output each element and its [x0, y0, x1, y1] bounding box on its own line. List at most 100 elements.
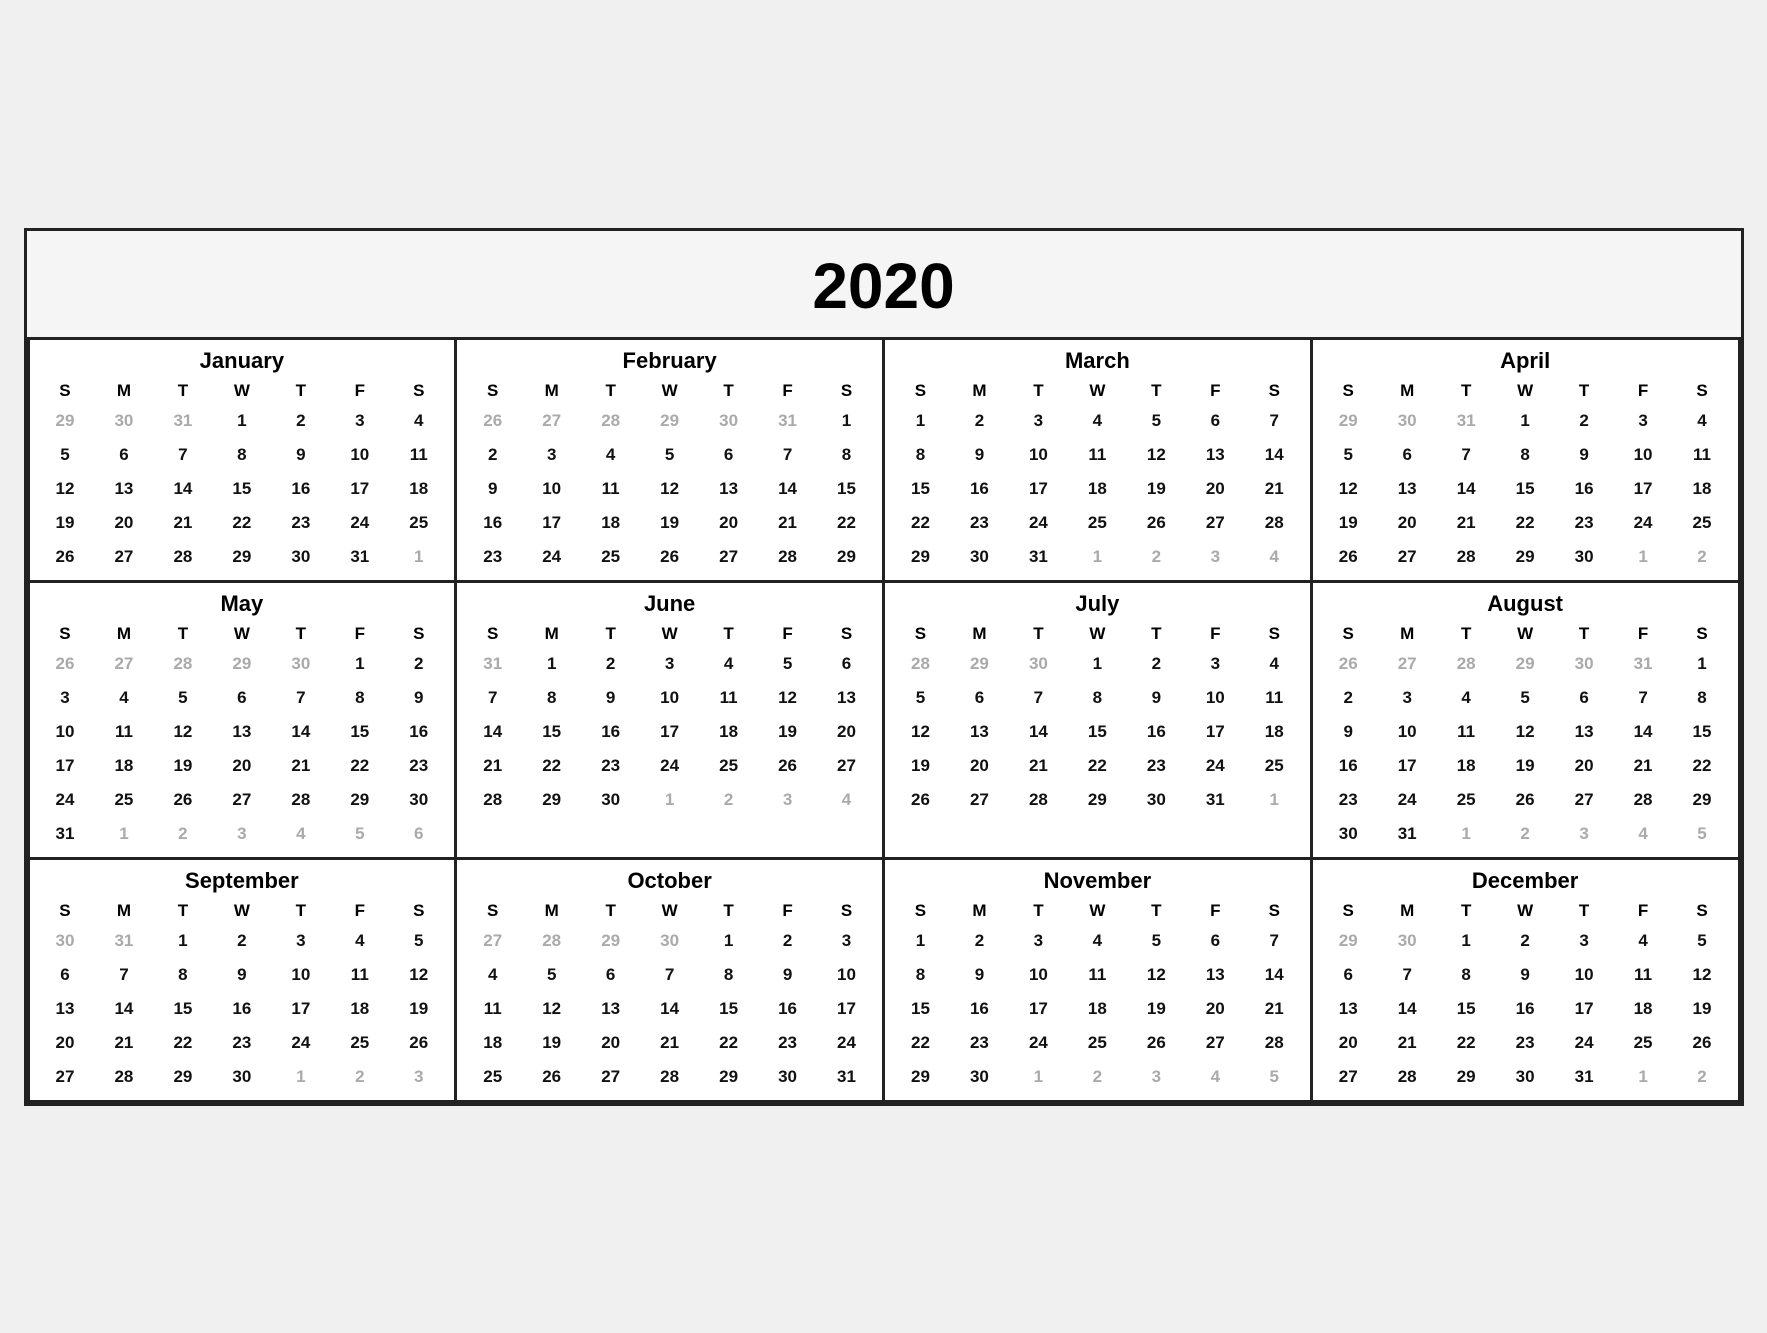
day-cell: 4	[817, 783, 876, 817]
day-headers-row: SMTWTFS	[36, 621, 449, 647]
day-header-F: F	[1186, 378, 1245, 404]
day-cell: 22	[1437, 1026, 1496, 1060]
day-cell: 7	[271, 681, 330, 715]
day-cell: 21	[1245, 992, 1304, 1026]
month-block-december: DecemberSMTWTFS2930123456789101112131415…	[1313, 860, 1741, 1103]
day-cell: 29	[522, 783, 581, 817]
day-header-S: S	[36, 378, 95, 404]
day-headers-row: SMTWTFS	[463, 378, 876, 404]
day-cell: 2	[1068, 1060, 1127, 1094]
month-block-april: AprilSMTWTFS2930311234567891011121314151…	[1313, 340, 1741, 583]
day-cell: 29	[1673, 783, 1732, 817]
days-grid: 3031123456789101112131415161718192021222…	[36, 924, 449, 1094]
day-header-S: S	[1245, 378, 1304, 404]
day-cell: 25	[1245, 749, 1304, 783]
day-cell: 10	[1009, 438, 1068, 472]
day-cell: 4	[699, 647, 758, 681]
day-cell: 29	[330, 783, 389, 817]
day-cell: 4	[1614, 817, 1673, 851]
day-cell: 18	[1614, 992, 1673, 1026]
day-header-W: W	[1068, 378, 1127, 404]
day-cell: 4	[1068, 404, 1127, 438]
day-cell: 9	[1319, 715, 1378, 749]
day-cell: 27	[36, 1060, 95, 1094]
day-cell: 30	[1009, 647, 1068, 681]
day-cell: 30	[1496, 1060, 1555, 1094]
day-cell: 11	[581, 472, 640, 506]
day-cell: 23	[950, 1026, 1009, 1060]
day-cell: 19	[1673, 992, 1732, 1026]
day-cell: 5	[36, 438, 95, 472]
day-cell: 2	[1319, 681, 1378, 715]
day-cell: 18	[581, 506, 640, 540]
day-cell: 31	[36, 817, 95, 851]
day-cell: 2	[1673, 540, 1732, 574]
day-header-T: T	[1127, 898, 1186, 924]
day-cell: 8	[891, 438, 950, 472]
day-cell: 6	[36, 958, 95, 992]
day-cell: 31	[1009, 540, 1068, 574]
day-cell: 6	[1555, 681, 1614, 715]
day-header-S: S	[463, 621, 522, 647]
day-cell: 22	[330, 749, 389, 783]
day-cell: 9	[1555, 438, 1614, 472]
day-cell: 4	[1068, 924, 1127, 958]
day-cell: 21	[1245, 472, 1304, 506]
day-header-T: T	[271, 378, 330, 404]
day-header-M: M	[94, 378, 153, 404]
day-cell: 1	[271, 1060, 330, 1094]
day-cell: 1	[891, 924, 950, 958]
month-name-december: December	[1319, 868, 1732, 894]
month-name-august: August	[1319, 591, 1732, 617]
day-cell: 12	[1127, 438, 1186, 472]
day-cell: 3	[817, 924, 876, 958]
day-cell: 29	[581, 924, 640, 958]
day-cell: 1	[1009, 1060, 1068, 1094]
day-cell: 27	[699, 540, 758, 574]
day-cell: 10	[522, 472, 581, 506]
day-cell: 26	[36, 540, 95, 574]
day-cell: 29	[212, 647, 271, 681]
day-header-T: T	[581, 378, 640, 404]
day-cell: 4	[271, 817, 330, 851]
day-cell: 29	[1496, 647, 1555, 681]
day-header-F: F	[330, 898, 389, 924]
month-name-october: October	[463, 868, 876, 894]
day-cell: 31	[463, 647, 522, 681]
day-cell: 23	[1496, 1026, 1555, 1060]
day-cell: 5	[640, 438, 699, 472]
day-cell: 15	[153, 992, 212, 1026]
day-header-W: W	[1068, 621, 1127, 647]
day-cell: 7	[1614, 681, 1673, 715]
day-cell: 4	[1245, 540, 1304, 574]
day-cell: 28	[891, 647, 950, 681]
day-cell: 10	[640, 681, 699, 715]
day-cell: 11	[1245, 681, 1304, 715]
day-cell: 11	[330, 958, 389, 992]
day-cell: 20	[699, 506, 758, 540]
day-cell: 11	[1068, 438, 1127, 472]
day-cell: 20	[36, 1026, 95, 1060]
day-cell: 30	[758, 1060, 817, 1094]
day-cell: 30	[1378, 404, 1437, 438]
day-cell: 3	[1186, 540, 1245, 574]
day-cell: 1	[640, 783, 699, 817]
day-cell: 1	[1437, 817, 1496, 851]
day-cell: 11	[463, 992, 522, 1026]
day-header-T: T	[153, 621, 212, 647]
day-cell: 8	[212, 438, 271, 472]
month-name-march: March	[891, 348, 1304, 374]
day-headers-row: SMTWTFS	[891, 378, 1304, 404]
day-header-T: T	[699, 621, 758, 647]
day-cell: 20	[817, 715, 876, 749]
day-cell: 10	[271, 958, 330, 992]
day-header-F: F	[758, 378, 817, 404]
day-cell: 27	[94, 647, 153, 681]
day-header-T: T	[153, 378, 212, 404]
day-cell: 5	[1127, 924, 1186, 958]
day-cell: 20	[94, 506, 153, 540]
month-name-january: January	[36, 348, 449, 374]
day-cell: 4	[581, 438, 640, 472]
day-cell: 9	[950, 438, 1009, 472]
day-cell: 19	[758, 715, 817, 749]
